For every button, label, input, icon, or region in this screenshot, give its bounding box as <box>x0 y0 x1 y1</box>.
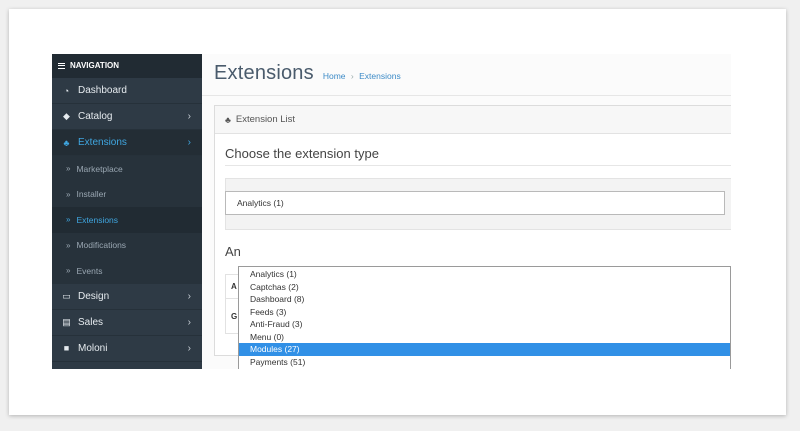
menu-icon <box>58 63 65 69</box>
double-chevron-icon: » <box>66 266 71 276</box>
sidebar-item-catalog[interactable]: ◆ Catalog › <box>52 104 202 130</box>
puzzle-icon: ♣ <box>63 137 70 148</box>
breadcrumb-current[interactable]: Extensions <box>359 71 401 81</box>
dropdown-option[interactable]: Reports (13) <box>239 368 730 369</box>
panel-heading-label: Extension List <box>235 114 296 125</box>
page-header: Extensions Home › Extensions <box>214 62 401 85</box>
sidebar-subitem-label: Events <box>76 265 103 276</box>
app-window: NAVIGATION ◔ Dashboard ◆ Catalog › ♣ Extension… <box>52 54 731 369</box>
breadcrumb-home[interactable]: Home <box>323 71 346 81</box>
sidebar-subitem-label: Modifications <box>76 240 127 251</box>
sidebar: NAVIGATION ◔ Dashboard ◆ Catalog › ♣ Extension… <box>52 54 202 369</box>
dashboard-icon: ◔ <box>63 85 70 96</box>
chevron-right-icon: › <box>187 316 191 328</box>
choose-divider <box>225 165 731 166</box>
dropdown-option[interactable]: Menu (0) <box>239 331 730 344</box>
dropdown-option[interactable]: Analytics (1) <box>239 268 730 281</box>
dropdown-option[interactable]: Anti-Fraud (3) <box>239 318 730 331</box>
dropdown-option[interactable]: Captchas (2) <box>239 281 730 294</box>
double-chevron-icon: » <box>66 240 71 250</box>
document-icon: ■ <box>63 343 70 353</box>
extension-type-select[interactable]: Analytics (1) <box>225 191 725 215</box>
sidebar-subitem-events[interactable]: » Events <box>52 258 202 284</box>
sidebar-item-extensions[interactable]: ♣ Extensions › <box>52 130 202 156</box>
sidebar-item-label: Extensions <box>78 137 127 148</box>
sidebar-item-design[interactable]: ▭ Design › <box>52 284 202 310</box>
panel-heading: ♣ Extension List <box>215 106 731 134</box>
breadcrumb-separator: › <box>350 71 354 81</box>
monitor-icon: ▭ <box>62 290 71 301</box>
sidebar-item-sales[interactable]: ▤ Sales › <box>52 310 202 336</box>
list-title-partial: An <box>225 244 241 259</box>
sidebar-item-label: Sales <box>78 316 104 328</box>
sidebar-item-moloni[interactable]: ■ Moloni › <box>52 336 202 362</box>
sidebar-item-dashboard[interactable]: ◔ Dashboard <box>52 78 202 104</box>
sidebar-subitem-extensions[interactable]: » Extensions <box>52 207 202 233</box>
puzzle-icon: ♣ <box>225 114 231 125</box>
nav-header[interactable]: NAVIGATION <box>52 54 202 78</box>
sidebar-subitem-label: Marketplace <box>76 163 123 174</box>
sidebar-item-label: Moloni <box>78 342 108 354</box>
chevron-right-icon: › <box>187 137 191 148</box>
chevron-right-icon: › <box>187 290 191 302</box>
sidebar-item-label: Design <box>78 290 110 302</box>
extension-type-dropdown[interactable]: Analytics (1) Captchas (2) Dashboard (8) Fe… <box>238 266 731 369</box>
dropdown-option[interactable]: Modules (27) <box>239 343 730 356</box>
double-chevron-icon: » <box>66 164 71 174</box>
double-chevron-icon: » <box>66 215 71 225</box>
chevron-right-icon: › <box>187 342 191 354</box>
title-divider <box>202 95 731 96</box>
page-title: Extensions <box>214 62 314 84</box>
sidebar-subitem-label: Installer <box>76 189 107 200</box>
double-chevron-icon: » <box>66 189 71 199</box>
dropdown-option[interactable]: Feeds (3) <box>239 306 730 319</box>
choose-type-heading: Choose the extension type <box>225 146 379 161</box>
sidebar-subitem-installer[interactable]: » Installer <box>52 181 202 207</box>
chevron-right-icon: › <box>187 111 191 122</box>
sidebar-item-label: Catalog <box>78 111 113 122</box>
sidebar-item-label: Dashboard <box>78 85 127 96</box>
nav-header-label: NAVIGATION <box>70 61 120 70</box>
cart-icon: ▤ <box>62 316 71 327</box>
sidebar-subitem-modifications[interactable]: » Modifications <box>52 232 202 258</box>
dropdown-option[interactable]: Payments (51) <box>239 356 730 369</box>
sidebar-subitem-label: Extensions <box>76 214 119 225</box>
dropdown-option[interactable]: Dashboard (8) <box>239 293 730 306</box>
tag-icon: ◆ <box>63 111 70 121</box>
breadcrumb: Home › Extensions <box>323 71 401 81</box>
select-value: Analytics (1) <box>237 198 284 208</box>
sidebar-subitem-marketplace[interactable]: » Marketplace <box>52 156 202 182</box>
